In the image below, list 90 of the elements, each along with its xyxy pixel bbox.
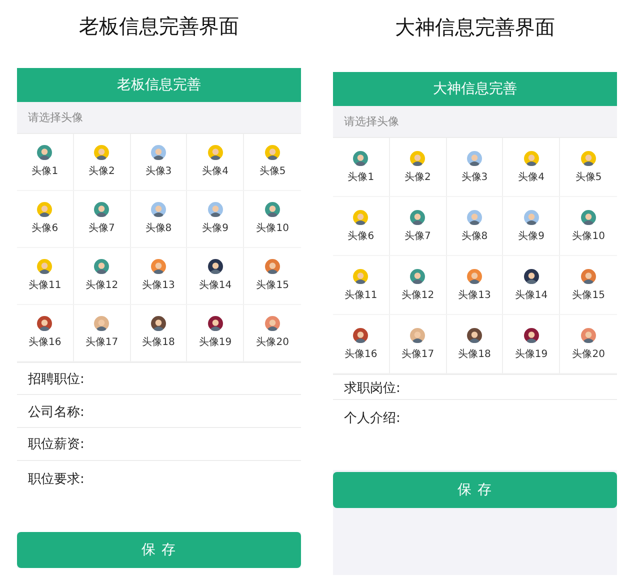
avatar-icon <box>524 150 539 166</box>
avatar-option[interactable]: 头像20 <box>244 304 301 362</box>
avatar-icon <box>208 259 223 274</box>
avatar-option[interactable]: 头像9 <box>503 197 560 256</box>
avatar-icon <box>353 328 368 342</box>
avatar-icon <box>410 328 426 342</box>
avatar-icon <box>265 202 280 217</box>
avatar-icon <box>524 210 539 224</box>
avatar-option[interactable]: 头像13 <box>446 256 504 315</box>
avatar-icon <box>581 210 596 224</box>
avatar-icon <box>265 316 280 331</box>
avatar-option[interactable]: 头像11 <box>17 248 74 304</box>
avatar-icon <box>466 150 482 166</box>
avatar-icon <box>37 316 52 331</box>
avatar-icon <box>353 210 368 224</box>
textarea-field[interactable]: 个人介绍: <box>333 400 617 470</box>
avatar-icon <box>94 202 110 217</box>
avatar-option[interactable]: 头像18 <box>130 304 188 362</box>
avatar-option[interactable]: 头像17 <box>390 315 447 374</box>
avatar-option[interactable]: 头像4 <box>187 134 244 190</box>
avatar-option[interactable]: 头像7 <box>74 190 131 248</box>
avatar-option[interactable]: 头像20 <box>560 315 617 374</box>
avatar-icon <box>94 259 110 274</box>
avatar-option[interactable]: 头像14 <box>503 256 560 315</box>
avatar-option[interactable]: 头像19 <box>187 304 244 362</box>
avatar-icon <box>581 268 596 284</box>
header-title: 老板信息完善 <box>117 76 201 94</box>
avatar-option[interactable]: 头像9 <box>187 190 244 248</box>
avatar-option[interactable]: 头像6 <box>17 190 74 248</box>
avatar-icon <box>353 268 368 284</box>
avatar-icon <box>208 202 223 217</box>
avatar-option[interactable]: 头像15 <box>244 248 301 304</box>
avatar-icon <box>208 145 223 160</box>
avatar-icon <box>37 259 52 274</box>
avatar-option[interactable]: 头像3 <box>130 134 188 190</box>
screen-caption: 大神信息完善界面 <box>394 14 556 40</box>
avatar-icon <box>94 316 110 331</box>
avatar-icon <box>410 150 426 166</box>
avatar-option[interactable]: 头像19 <box>503 315 560 374</box>
screen-caption: 老板信息完善界面 <box>78 12 240 40</box>
avatar-option[interactable]: 头像12 <box>390 256 447 315</box>
header-title: 大神信息完善 <box>433 80 517 98</box>
avatar-option[interactable]: 头像10 <box>560 197 617 256</box>
avatar-option[interactable]: 头像5 <box>244 134 301 190</box>
avatar-icon <box>37 202 52 217</box>
avatar-option[interactable]: 头像12 <box>74 248 131 304</box>
avatar-icon <box>265 259 280 274</box>
avatar-option[interactable]: 头像17 <box>74 304 131 362</box>
avatar-icon <box>466 328 482 342</box>
avatar-icon <box>581 328 596 342</box>
avatar-icon <box>208 316 223 331</box>
textarea-field[interactable]: 职位要求: <box>17 460 301 532</box>
avatar-option[interactable]: 头像15 <box>560 256 617 315</box>
avatar-icon <box>466 210 482 224</box>
avatar-icon <box>150 316 166 331</box>
avatar-icon <box>410 210 426 224</box>
avatar-option[interactable]: 头像14 <box>187 248 244 304</box>
avatar-icon <box>353 150 368 166</box>
input-field[interactable]: 求职岗位: <box>333 375 617 400</box>
avatar-option[interactable]: 头像1 <box>17 134 74 190</box>
avatar-option[interactable]: 头像11 <box>333 256 390 315</box>
avatar-icon <box>94 145 110 160</box>
input-field[interactable]: 公司名称: <box>17 395 301 428</box>
avatar-option[interactable]: 头像18 <box>446 315 504 374</box>
avatar-icon <box>524 268 539 284</box>
avatar-option[interactable]: 头像2 <box>74 134 131 190</box>
avatar-option[interactable]: 头像6 <box>333 197 390 256</box>
avatar-icon <box>150 202 166 217</box>
avatar-option[interactable]: 头像13 <box>130 248 188 304</box>
avatar-icon <box>150 145 166 160</box>
avatar-option[interactable]: 头像7 <box>390 197 447 256</box>
avatar-option[interactable]: 头像3 <box>446 138 504 197</box>
avatar-option[interactable]: 头像10 <box>244 190 301 248</box>
avatar-option[interactable]: 头像4 <box>503 138 560 197</box>
avatar-option[interactable]: 头像8 <box>446 197 504 256</box>
avatar-icon <box>466 268 482 284</box>
input-field[interactable]: 招聘职位: <box>17 362 301 396</box>
avatar-option[interactable]: 头像5 <box>560 138 617 197</box>
avatar-icon <box>37 145 52 160</box>
avatar-option[interactable]: 头像1 <box>333 138 390 197</box>
avatar-option[interactable]: 头像2 <box>390 138 447 197</box>
avatar-icon <box>265 145 280 160</box>
avatar-icon <box>581 150 596 166</box>
avatar-option[interactable]: 头像8 <box>130 190 188 248</box>
avatar-icon <box>524 328 539 342</box>
avatar-option[interactable]: 头像16 <box>333 315 390 374</box>
avatar-icon <box>410 268 426 284</box>
avatar-option[interactable]: 头像16 <box>17 304 74 362</box>
input-field[interactable]: 职位薪资: <box>17 428 301 461</box>
avatar-icon <box>150 259 166 274</box>
